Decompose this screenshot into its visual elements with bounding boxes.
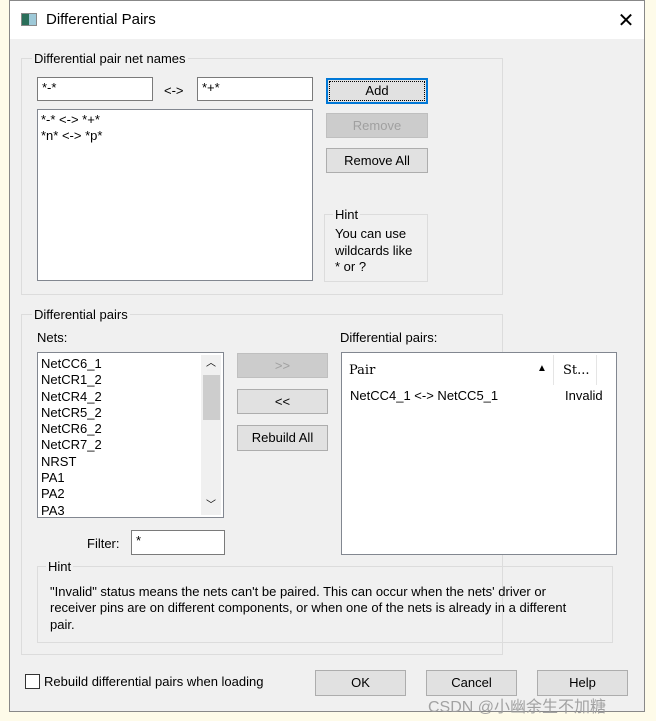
hint-line: You can use [335,226,407,241]
list-item[interactable]: *-* <-> *+* [38,112,312,128]
nets-list[interactable]: NetCC6_1 NetCR1_2 NetCR4_2 NetCR5_2 NetC… [37,352,224,518]
differential-pairs-dialog: Differential Pairs ✕ Differential pair n… [9,0,645,712]
positive-pattern-input[interactable]: *+* [197,77,313,101]
scrollbar[interactable]: ︿ ﹀ [201,355,221,515]
hint-label-2: Hint [46,559,74,574]
list-item[interactable]: *n* <-> *p* [38,128,312,144]
remove-pair-button[interactable]: << [237,389,328,414]
negative-pattern-input[interactable]: *-* [37,77,153,101]
scroll-thumb[interactable] [203,375,220,420]
hint-line: receiver pins are on different component… [50,600,567,616]
hint-line: pair. [50,616,75,632]
net-names-group-label: Differential pair net names [32,51,188,66]
scroll-down-icon[interactable]: ﹀ [201,497,221,515]
list-item[interactable]: PA2 [38,486,223,502]
list-item[interactable]: NetCR1_2 [38,372,223,388]
hint-line: wildcards like [335,242,413,258]
list-item[interactable]: PA1 [38,470,223,486]
pairs-label: Differential pairs: [340,330,438,345]
column-header-pair[interactable]: Pair ▲ [344,355,554,385]
hint-text-1: You can use wildcards like * or ? [335,226,412,276]
nets-label: Nets: [37,330,68,345]
hint-text-2: "Invalid" status means the nets can't be… [50,584,566,633]
pairs-group-label: Differential pairs [32,307,130,322]
add-pair-button[interactable]: >> [237,353,328,378]
table-row[interactable]: NetCC4_1 <-> NetCC5_1 Invalid [344,388,614,406]
rebuild-on-load-checkbox[interactable] [25,674,40,689]
remove-all-button[interactable]: Remove All [326,148,428,173]
hint-label-1: Hint [333,207,361,222]
hint-line: * or ? [335,259,367,274]
add-button[interactable]: Add [326,78,428,104]
filter-label: Filter: [87,536,120,551]
status-cell: Invalid [565,388,603,403]
app-icon [21,13,37,26]
rebuild-on-load-label[interactable]: Rebuild differential pairs when loading [44,674,263,689]
remove-button[interactable]: Remove [326,113,428,138]
sort-ascending-icon: ▲ [537,363,547,374]
pair-separator: <-> [164,83,184,98]
filter-input[interactable]: * [131,530,225,555]
title-bar: Differential Pairs ✕ [10,1,644,39]
pairs-listview[interactable]: Pair ▲ St... NetCC4_1 <-> NetCC5_1 Inval… [341,352,617,555]
list-item[interactable]: NetCR4_2 [38,389,223,405]
column-header-status[interactable]: St... [555,355,597,385]
list-item[interactable]: NRST [38,454,223,470]
list-item[interactable]: PA3 [38,503,223,517]
scroll-up-icon[interactable]: ︿ [201,355,221,373]
column-label: St... [563,363,590,378]
window-title: Differential Pairs [46,11,156,28]
ok-button[interactable]: OK [315,670,406,696]
list-item[interactable]: NetCR5_2 [38,405,223,421]
list-item[interactable]: NetCR7_2 [38,437,223,453]
list-item[interactable]: NetCC6_1 [38,356,223,372]
list-item[interactable]: NetCR6_2 [38,421,223,437]
hint-line: "Invalid" status means the nets can't be… [50,584,546,599]
pair-cell: NetCC4_1 <-> NetCC5_1 [350,388,499,403]
column-label: Pair [349,363,376,378]
close-icon[interactable]: ✕ [614,9,638,33]
rebuild-all-button[interactable]: Rebuild All [237,425,328,451]
pattern-list[interactable]: *-* <-> *+* *n* <-> *p* [37,109,313,281]
watermark: CSDN @小幽余生不加糖 [428,699,607,716]
